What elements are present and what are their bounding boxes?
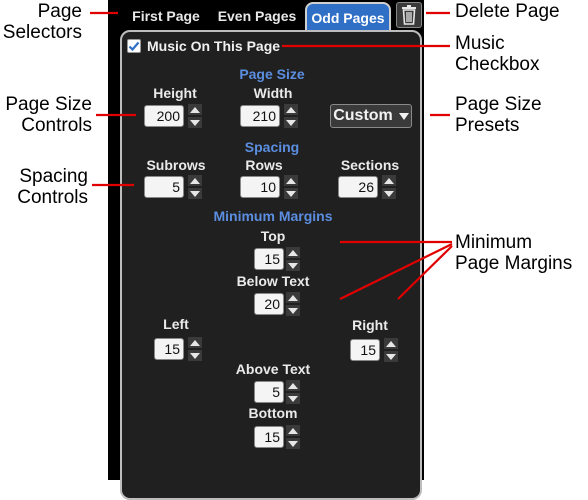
- height-label: Height: [153, 85, 197, 101]
- above-text-margin-label: Above Text: [235, 361, 311, 377]
- right-margin-label: Right: [352, 317, 388, 333]
- right-margin-input[interactable]: 15: [350, 339, 380, 361]
- triangle-down-icon[interactable]: [188, 117, 202, 128]
- top-margin-label: Top: [260, 228, 286, 244]
- tab-odd-pages-label: Odd Pages: [311, 9, 385, 26]
- music-checkbox-label: Music On This Page: [147, 38, 281, 54]
- triangle-down-icon[interactable]: [286, 393, 300, 404]
- triangle-up-icon[interactable]: [286, 247, 300, 258]
- callout-delete-page-text: Delete Page: [455, 1, 560, 22]
- bottom-margin-input[interactable]: 15: [254, 426, 284, 448]
- bottom-margin-label: Bottom: [248, 405, 298, 421]
- callout-page-size-presets-text: Page Size Presets: [455, 94, 542, 136]
- callout-minimum-page-margins-text: Minimum Page Margins: [455, 232, 573, 274]
- callout-music-checkbox: Music Checkbox: [455, 33, 565, 75]
- triangle-up-icon[interactable]: [286, 292, 300, 303]
- left-margin-spinner[interactable]: [188, 337, 202, 361]
- sections-spinner[interactable]: [382, 175, 396, 199]
- triangle-down-icon[interactable]: [286, 438, 300, 449]
- triangle-down-icon: [398, 112, 409, 120]
- width-spinner[interactable]: [284, 104, 298, 128]
- delete-page-button[interactable]: [396, 2, 422, 28]
- callout-delete-page: Delete Page: [455, 1, 585, 22]
- callout-page-size-presets: Page Size Presets: [455, 94, 565, 136]
- callout-page-selectors: Page Selectors: [0, 1, 82, 43]
- right-margin-spinner[interactable]: [384, 338, 398, 362]
- checkmark-icon: [128, 41, 140, 52]
- above-text-margin-spinner[interactable]: [286, 380, 300, 404]
- triangle-up-icon[interactable]: [384, 338, 398, 349]
- callout-spacing-controls: Spacing Controls: [0, 166, 88, 208]
- tab-first-page-label: First Page: [132, 8, 200, 24]
- callout-minimum-page-margins: Minimum Page Margins: [455, 232, 580, 274]
- height-spinner[interactable]: [188, 104, 202, 128]
- triangle-up-icon[interactable]: [188, 337, 202, 348]
- triangle-down-icon[interactable]: [286, 260, 300, 271]
- trash-icon: [402, 5, 416, 25]
- triangle-up-icon[interactable]: [188, 175, 202, 186]
- subrows-label: Subrows: [146, 157, 206, 173]
- triangle-down-icon[interactable]: [284, 188, 298, 199]
- bottom-margin-spinner[interactable]: [286, 425, 300, 449]
- tab-odd-pages[interactable]: Odd Pages: [305, 2, 391, 31]
- triangle-down-icon[interactable]: [382, 188, 396, 199]
- triangle-up-icon[interactable]: [284, 175, 298, 186]
- triangle-up-icon[interactable]: [284, 104, 298, 115]
- music-checkbox[interactable]: [127, 39, 141, 53]
- width-input[interactable]: 210: [240, 105, 280, 127]
- below-text-margin-spinner[interactable]: [286, 292, 300, 316]
- below-text-margin-label: Below Text: [236, 273, 310, 289]
- tab-even-pages[interactable]: Even Pages: [214, 4, 300, 28]
- triangle-down-icon[interactable]: [284, 117, 298, 128]
- rows-input[interactable]: 10: [240, 176, 280, 198]
- triangle-up-icon[interactable]: [188, 104, 202, 115]
- music-checkbox-row[interactable]: Music On This Page: [127, 38, 280, 54]
- tab-first-page[interactable]: First Page: [125, 4, 207, 28]
- tab-even-pages-label: Even Pages: [217, 8, 297, 24]
- rows-label: Rows: [245, 157, 283, 173]
- top-margin-input[interactable]: 15: [254, 248, 284, 270]
- left-margin-input[interactable]: 15: [154, 338, 184, 360]
- above-text-margin-input[interactable]: 5: [254, 381, 284, 403]
- triangle-up-icon[interactable]: [286, 380, 300, 391]
- callout-page-size-controls: Page Size Controls: [0, 94, 92, 136]
- triangle-down-icon[interactable]: [286, 305, 300, 316]
- triangle-up-icon[interactable]: [382, 175, 396, 186]
- triangle-down-icon[interactable]: [188, 350, 202, 361]
- page-size-heading: Page Size: [239, 66, 305, 82]
- minimum-margins-heading: Minimum Margins: [213, 208, 333, 224]
- callout-page-size-controls-text: Page Size Controls: [5, 94, 92, 136]
- height-input[interactable]: 200: [144, 105, 184, 127]
- callout-music-checkbox-text: Music Checkbox: [455, 33, 540, 75]
- below-text-margin-input[interactable]: 20: [254, 293, 284, 315]
- triangle-up-icon[interactable]: [286, 425, 300, 436]
- callout-spacing-controls-text: Spacing Controls: [17, 166, 88, 208]
- sections-label: Sections: [340, 157, 400, 173]
- rows-spinner[interactable]: [284, 175, 298, 199]
- page-size-preset-value: Custom: [333, 107, 393, 124]
- subrows-spinner[interactable]: [188, 175, 202, 199]
- callout-page-selectors-text: Page Selectors: [2, 1, 82, 43]
- subrows-input[interactable]: 5: [144, 176, 184, 198]
- triangle-down-icon[interactable]: [384, 351, 398, 362]
- width-label: Width: [253, 85, 293, 101]
- sections-input[interactable]: 26: [338, 176, 378, 198]
- page-size-preset-select[interactable]: Custom: [330, 104, 412, 128]
- triangle-down-icon[interactable]: [188, 188, 202, 199]
- top-margin-spinner[interactable]: [286, 247, 300, 271]
- left-margin-label: Left: [163, 316, 189, 332]
- spacing-heading: Spacing: [244, 139, 300, 155]
